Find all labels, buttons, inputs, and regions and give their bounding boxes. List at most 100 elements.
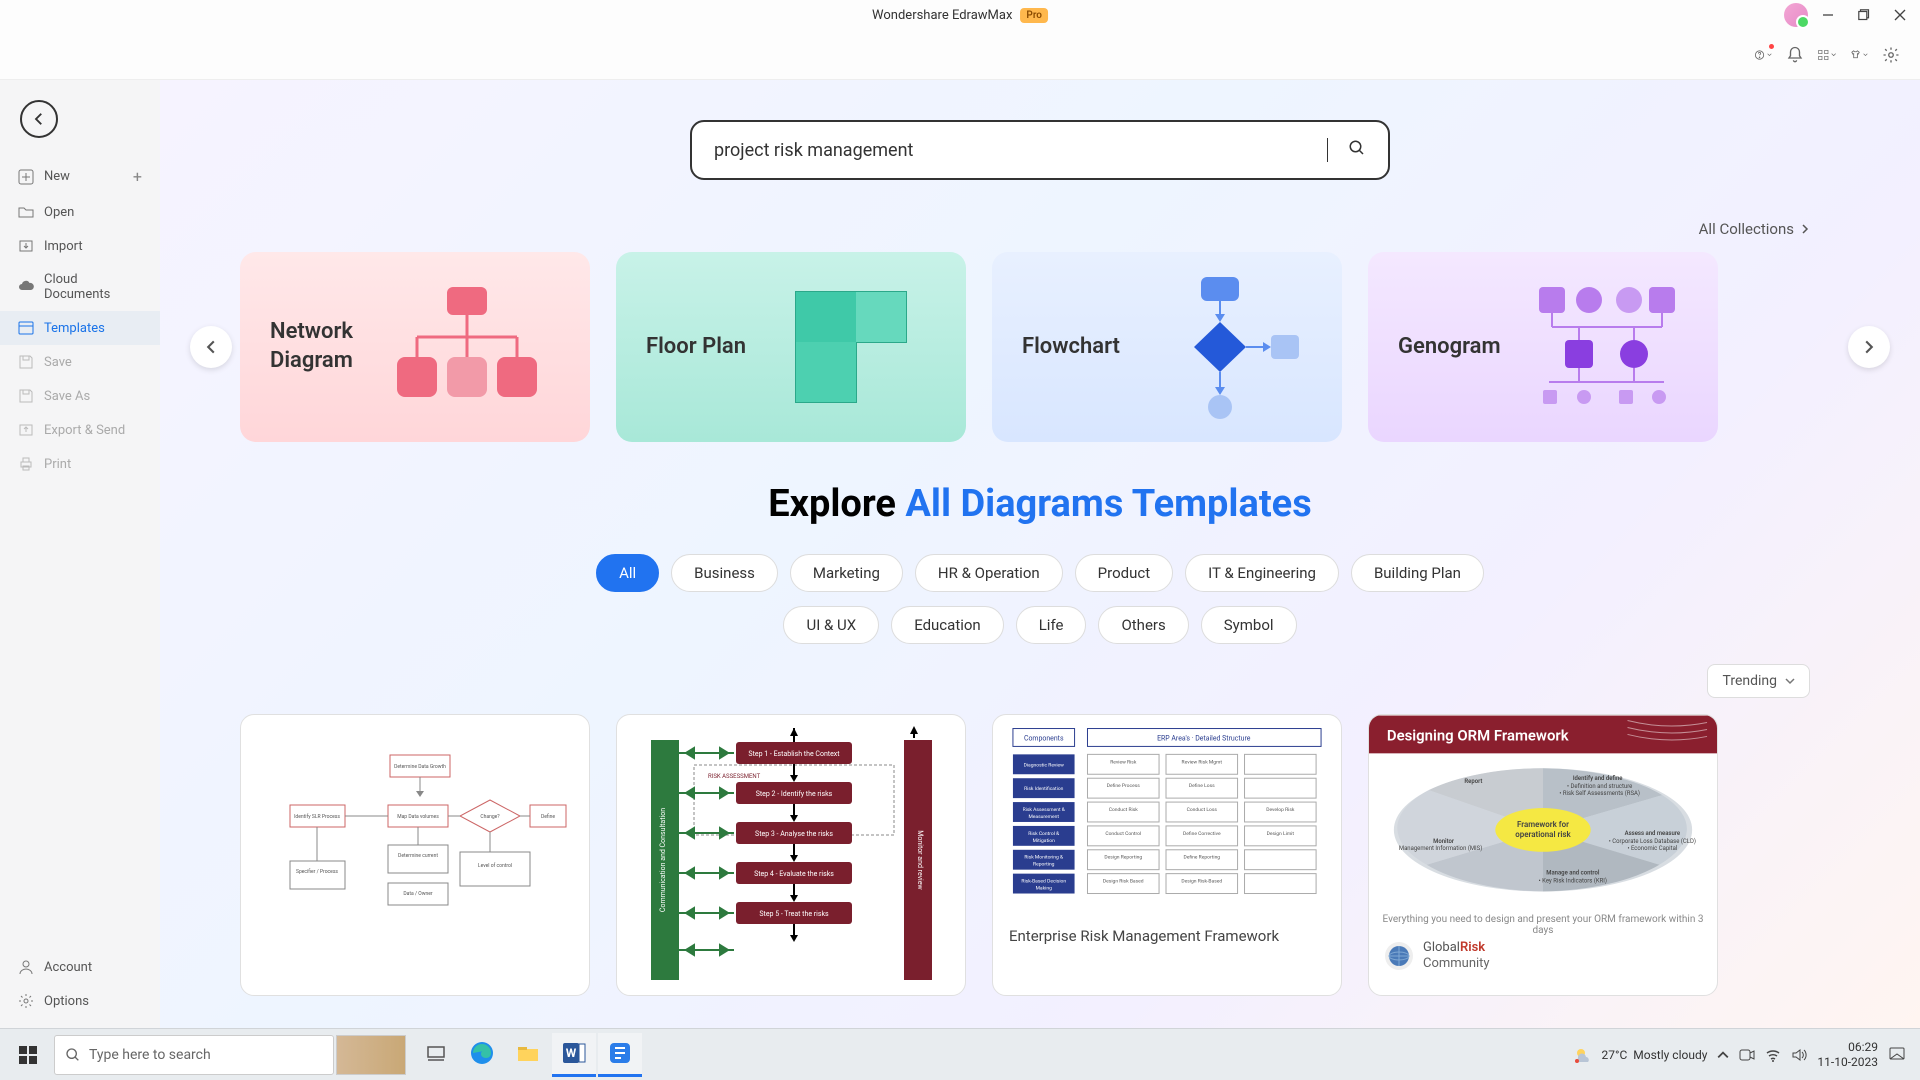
template-card-2[interactable]: Communication and Consultation Monitor a… bbox=[616, 714, 966, 996]
search-highlight[interactable] bbox=[336, 1035, 406, 1075]
svg-text:Data / Owner: Data / Owner bbox=[403, 891, 433, 897]
template-brand: GlobalRisk Community bbox=[1423, 940, 1490, 971]
sidebar-item-print[interactable]: Print bbox=[0, 447, 160, 481]
chip-life[interactable]: Life bbox=[1016, 606, 1087, 644]
settings-icon[interactable] bbox=[1882, 46, 1900, 64]
meet-now-icon[interactable] bbox=[1739, 1047, 1755, 1063]
sidebar-label-new: New bbox=[44, 169, 70, 184]
sidebar-item-save[interactable]: Save bbox=[0, 345, 160, 379]
saveas-icon bbox=[18, 388, 34, 404]
chip-business[interactable]: Business bbox=[671, 554, 778, 592]
template-card-3[interactable]: Components ERP Area's · Detailed Structu… bbox=[992, 714, 1342, 996]
clock[interactable]: 06:29 11-10-2023 bbox=[1817, 1040, 1878, 1069]
notification-icon[interactable] bbox=[1786, 46, 1804, 64]
svg-text:operational risk: operational risk bbox=[1515, 830, 1571, 839]
chip-education[interactable]: Education bbox=[891, 606, 1004, 644]
svg-text:Review Risk: Review Risk bbox=[1110, 759, 1137, 765]
sidebar-label-options: Options bbox=[44, 994, 89, 1009]
sidebar-item-saveas[interactable]: Save As bbox=[0, 379, 160, 413]
weather-widget[interactable]: 27°C Mostly cloudy bbox=[1572, 1043, 1708, 1067]
collections-prev-button[interactable] bbox=[190, 326, 232, 368]
svg-text:Design Limit: Design Limit bbox=[1267, 831, 1295, 837]
sidebar-item-options[interactable]: Options bbox=[0, 984, 160, 1018]
svg-text:Define Process: Define Process bbox=[1107, 782, 1141, 789]
start-button[interactable] bbox=[6, 1035, 50, 1075]
minimize-button[interactable] bbox=[1812, 2, 1844, 28]
print-icon bbox=[18, 456, 34, 472]
template-title: Enterprise Risk Management Framework bbox=[993, 915, 1341, 957]
svg-text:• Key Risk Indicators (KRI): • Key Risk Indicators (KRI) bbox=[1539, 878, 1607, 885]
svg-text:Map Data volumes: Map Data volumes bbox=[397, 814, 439, 820]
titlebar: Wondershare EdrawMax Pro bbox=[0, 0, 1920, 30]
sort-select[interactable]: Trending bbox=[1707, 664, 1810, 698]
chip-all[interactable]: All bbox=[596, 554, 659, 592]
genogram-art bbox=[1521, 277, 1688, 417]
sidebar-item-new[interactable]: New + bbox=[0, 158, 160, 195]
collection-genogram[interactable]: Genogram bbox=[1368, 252, 1718, 442]
wifi-icon[interactable] bbox=[1765, 1047, 1781, 1063]
chip-product[interactable]: Product bbox=[1075, 554, 1173, 592]
notifications-icon[interactable] bbox=[1888, 1046, 1906, 1064]
edge-app[interactable] bbox=[460, 1033, 504, 1077]
collection-network-diagram[interactable]: Network Diagram bbox=[240, 252, 590, 442]
collections-next-button[interactable] bbox=[1848, 326, 1890, 368]
svg-text:Assess and measure: Assess and measure bbox=[1625, 830, 1681, 837]
svg-text:Management Information (MIS): Management Information (MIS) bbox=[1399, 845, 1482, 852]
collection-floor-plan[interactable]: Floor Plan bbox=[616, 252, 966, 442]
svg-text:Mitigation: Mitigation bbox=[1033, 838, 1055, 844]
taskbar-search[interactable]: Type here to search bbox=[54, 1035, 334, 1075]
chip-it[interactable]: IT & Engineering bbox=[1185, 554, 1339, 592]
floor-plan-art bbox=[766, 277, 936, 417]
main-content: All Collections Network Diagram bbox=[160, 80, 1920, 1028]
chevron-up-icon[interactable] bbox=[1717, 1049, 1729, 1061]
edrawmax-app[interactable] bbox=[598, 1033, 642, 1077]
collection-title: Genogram bbox=[1398, 333, 1501, 362]
word-app[interactable]: W bbox=[552, 1033, 596, 1077]
import-icon bbox=[18, 238, 34, 254]
category-chips: All Business Marketing HR & Operation Pr… bbox=[240, 554, 1840, 592]
chip-hr[interactable]: HR & Operation bbox=[915, 554, 1063, 592]
help-icon[interactable] bbox=[1754, 46, 1772, 64]
svg-text:• Risk Self Assessments (RSA): • Risk Self Assessments (RSA) bbox=[1559, 790, 1640, 797]
all-collections-link[interactable]: All Collections bbox=[240, 220, 1810, 238]
chip-marketing[interactable]: Marketing bbox=[790, 554, 903, 592]
close-button[interactable] bbox=[1884, 2, 1916, 28]
svg-text:• Economic Capital: • Economic Capital bbox=[1627, 845, 1677, 852]
template-card-4[interactable]: Designing ORM Framework Framework for bbox=[1368, 714, 1718, 996]
chip-ui[interactable]: UI & UX bbox=[783, 606, 879, 644]
sidebar-item-templates[interactable]: Templates bbox=[0, 311, 160, 345]
new-plus-icon[interactable]: + bbox=[133, 167, 142, 186]
search-icon bbox=[65, 1047, 81, 1063]
explore-heading: Explore All Diagrams Templates bbox=[240, 482, 1840, 526]
svg-text:Conduct Control: Conduct Control bbox=[1105, 831, 1141, 837]
chip-others[interactable]: Others bbox=[1098, 606, 1188, 644]
chip-building[interactable]: Building Plan bbox=[1351, 554, 1484, 592]
system-tray[interactable] bbox=[1717, 1047, 1807, 1063]
search-box[interactable] bbox=[690, 120, 1390, 180]
sidebar-item-account[interactable]: Account bbox=[0, 950, 160, 984]
search-input[interactable] bbox=[714, 140, 1321, 161]
tshirt-icon[interactable] bbox=[1850, 46, 1868, 64]
text-cursor bbox=[1327, 138, 1328, 162]
user-avatar[interactable] bbox=[1784, 3, 1808, 27]
svg-text:• Definition and structure: • Definition and structure bbox=[1567, 783, 1632, 790]
svg-text:Determine Data Growth: Determine Data Growth bbox=[394, 764, 446, 770]
apps-icon[interactable] bbox=[1818, 46, 1836, 64]
back-button[interactable] bbox=[20, 100, 58, 138]
sidebar-item-cloud[interactable]: Cloud Documents bbox=[0, 263, 160, 311]
maximize-button[interactable] bbox=[1848, 2, 1880, 28]
search-icon[interactable] bbox=[1348, 139, 1366, 161]
sidebar-item-open[interactable]: Open bbox=[0, 195, 160, 229]
chip-symbol[interactable]: Symbol bbox=[1201, 606, 1297, 644]
explorer-app[interactable] bbox=[506, 1033, 550, 1077]
svg-text:Step 3 - Analyse the risks: Step 3 - Analyse the risks bbox=[755, 830, 833, 838]
task-view-button[interactable] bbox=[414, 1033, 458, 1077]
collection-flowchart[interactable]: Flowchart bbox=[992, 252, 1342, 442]
svg-text:Monitor: Monitor bbox=[1433, 838, 1455, 845]
template-preview: Designing ORM Framework Framework for bbox=[1369, 715, 1717, 910]
svg-text:Determine current: Determine current bbox=[398, 853, 438, 859]
volume-icon[interactable] bbox=[1791, 1047, 1807, 1063]
sidebar-item-import[interactable]: Import bbox=[0, 229, 160, 263]
sidebar-item-export[interactable]: Export & Send bbox=[0, 413, 160, 447]
template-card-1[interactable]: Determine Data Growth Identify SLR Proce… bbox=[240, 714, 590, 996]
